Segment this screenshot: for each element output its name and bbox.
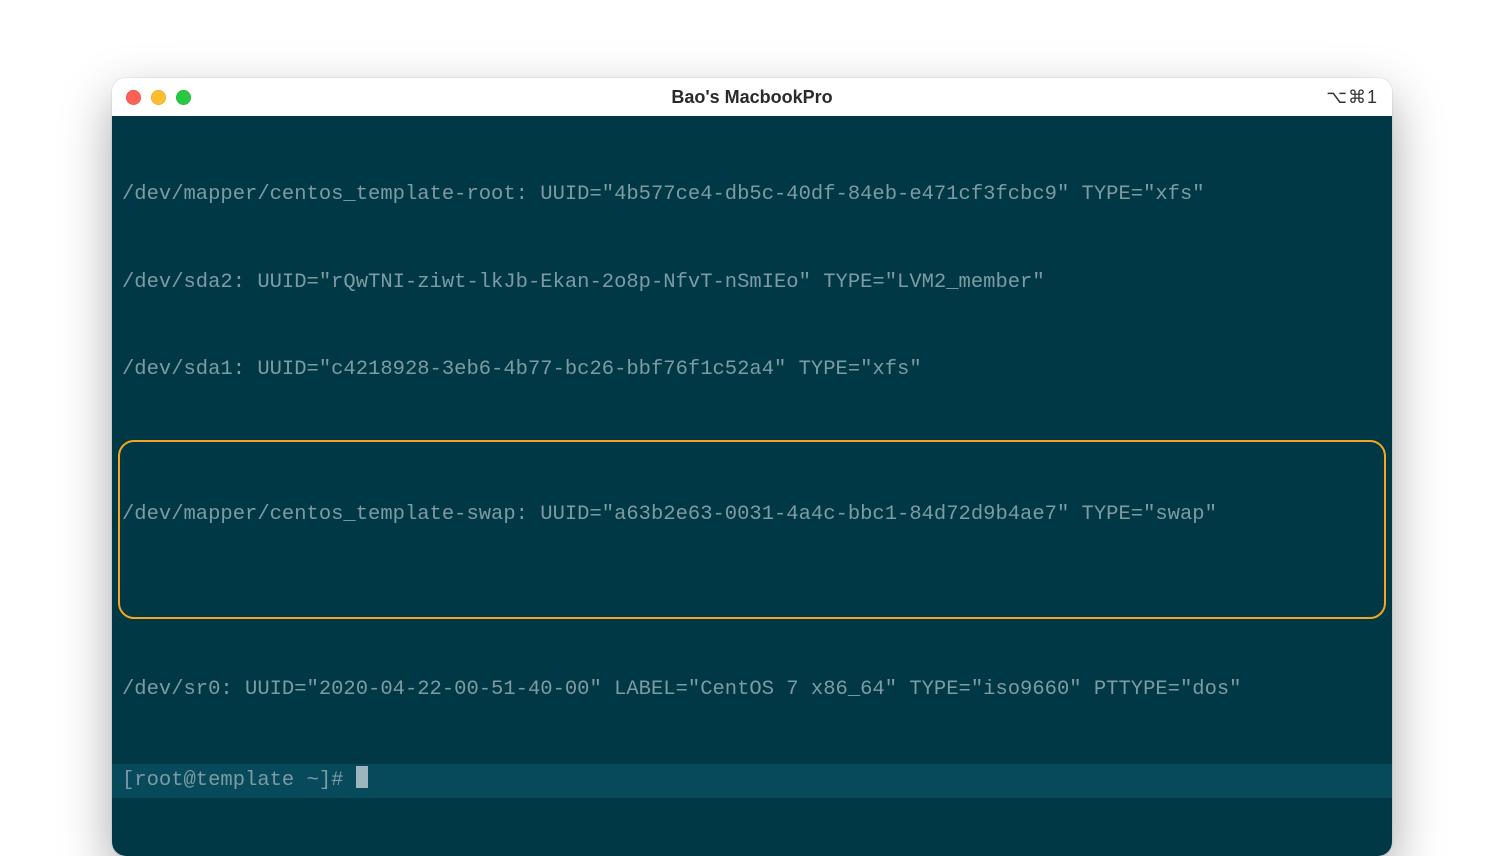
output-line: /dev/mapper/centos_template-swap: UUID="… [122,500,1382,529]
zoom-button[interactable] [176,90,191,105]
output-line: /dev/sda2: UUID="rQwTNI-ziwt-lkJb-Ekan-2… [122,268,1382,297]
highlight-ring-icon [118,440,1386,619]
output-line: /dev/mapper/centos_template-root: UUID="… [122,180,1382,209]
terminal-window: Bao's MacbookPro ⌥⌘1 /dev/mapper/centos_… [112,78,1392,856]
window-title: Bao's MacbookPro [112,87,1392,108]
minimize-button[interactable] [151,90,166,105]
highlighted-line: /dev/mapper/centos_template-swap: UUID="… [122,442,1382,617]
terminal-body[interactable]: /dev/mapper/centos_template-root: UUID="… [112,116,1392,856]
titlebar: Bao's MacbookPro ⌥⌘1 [112,78,1392,116]
output-line: /dev/sr0: UUID="2020-04-22-00-51-40-00" … [122,675,1382,704]
cursor-icon [356,766,368,788]
prompt-row[interactable]: [root@template ~]# [112,764,1392,797]
close-button[interactable] [126,90,141,105]
prompt-text: [root@template ~]# [122,769,356,792]
window-shortcut: ⌥⌘1 [1326,87,1378,108]
output-line: /dev/sda1: UUID="c4218928-3eb6-4b77-bc26… [122,355,1382,384]
traffic-lights [126,90,191,105]
